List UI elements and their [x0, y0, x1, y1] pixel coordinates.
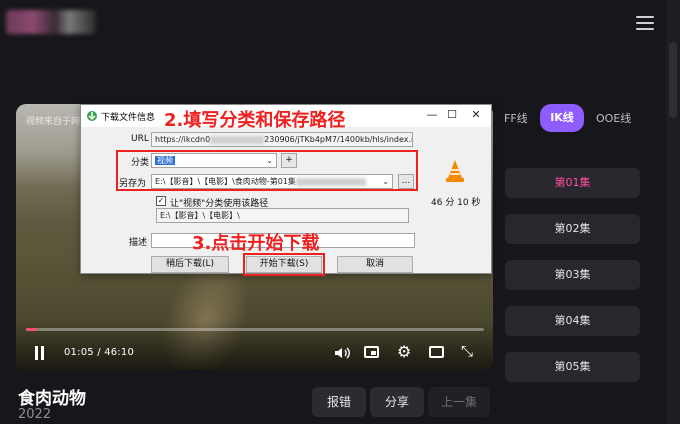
episode-05[interactable]: 第05集	[505, 352, 640, 382]
video-year: 2022	[18, 407, 52, 422]
description-label: 描述	[129, 238, 148, 248]
pause-icon[interactable]	[34, 346, 46, 360]
volume-icon[interactable]	[334, 346, 350, 360]
minimize-button[interactable]: —	[425, 108, 439, 121]
annotation-step3: 3.点击开始下载	[192, 233, 320, 254]
fullscreen-icon[interactable]	[429, 346, 444, 358]
annotation-box-fields	[116, 150, 418, 191]
site-logo[interactable]	[6, 10, 96, 34]
total-duration: 46:10	[104, 347, 135, 358]
line-tab-ooe[interactable]: OOE线	[596, 108, 631, 130]
episode-02[interactable]: 第02集	[505, 214, 640, 244]
time-separator: /	[97, 347, 101, 358]
category-path-field: E:\【影音】\【电影】\	[156, 208, 409, 223]
report-button[interactable]: 报错	[312, 387, 366, 417]
downloader-icon	[86, 110, 98, 122]
vlc-cone-icon	[445, 159, 465, 183]
use-path-checkbox[interactable]: ✓	[156, 196, 166, 206]
video-progress-fill	[26, 328, 37, 331]
episode-04[interactable]: 第04集	[505, 306, 640, 336]
share-button[interactable]: 分享	[370, 387, 424, 417]
expand-icon[interactable]: ⤡	[461, 344, 473, 359]
pip-icon[interactable]	[364, 346, 379, 358]
download-later-button[interactable]: 稍后下载(L)	[151, 256, 229, 273]
annotation-step2: 2.填写分类和保存路径	[164, 110, 346, 131]
current-time: 01:05	[64, 347, 94, 358]
url-label: URL	[131, 134, 149, 144]
video-time: 01:05 / 46:10	[64, 347, 134, 358]
line-tab-ff[interactable]: FF线	[504, 108, 528, 130]
hamburger-icon[interactable]	[636, 16, 654, 30]
maximize-button[interactable]: ☐	[445, 108, 459, 121]
close-button[interactable]: ✕	[469, 108, 483, 121]
url-suffix: 230906/jTKb4pM7/1400kb/hls/index.m3u8	[264, 135, 412, 144]
annotation-box-start	[243, 253, 325, 276]
media-duration: 46 分 10 秒	[431, 198, 481, 208]
scrollbar-thumb[interactable]	[669, 42, 677, 118]
video-title: 食肉动物	[18, 389, 86, 409]
prev-episode-button[interactable]: 上一集	[428, 387, 490, 417]
line-tab-ik[interactable]: IK线	[540, 104, 584, 132]
video-source-text: 视频来自于网	[26, 117, 81, 127]
gear-icon[interactable]: ⚙	[397, 344, 411, 360]
episode-03[interactable]: 第03集	[505, 260, 640, 290]
url-prefix: https://ikcdn0	[155, 135, 211, 144]
url-field[interactable]: https://ikcdn0 230906/jTKb4pM7/1400kb/hls…	[151, 132, 413, 147]
cancel-button[interactable]: 取消	[337, 256, 413, 273]
episode-01[interactable]: 第01集	[505, 168, 640, 198]
dialog-title: 下载文件信息	[101, 113, 156, 123]
url-redacted	[210, 135, 265, 144]
video-progress-bar[interactable]	[26, 328, 484, 331]
